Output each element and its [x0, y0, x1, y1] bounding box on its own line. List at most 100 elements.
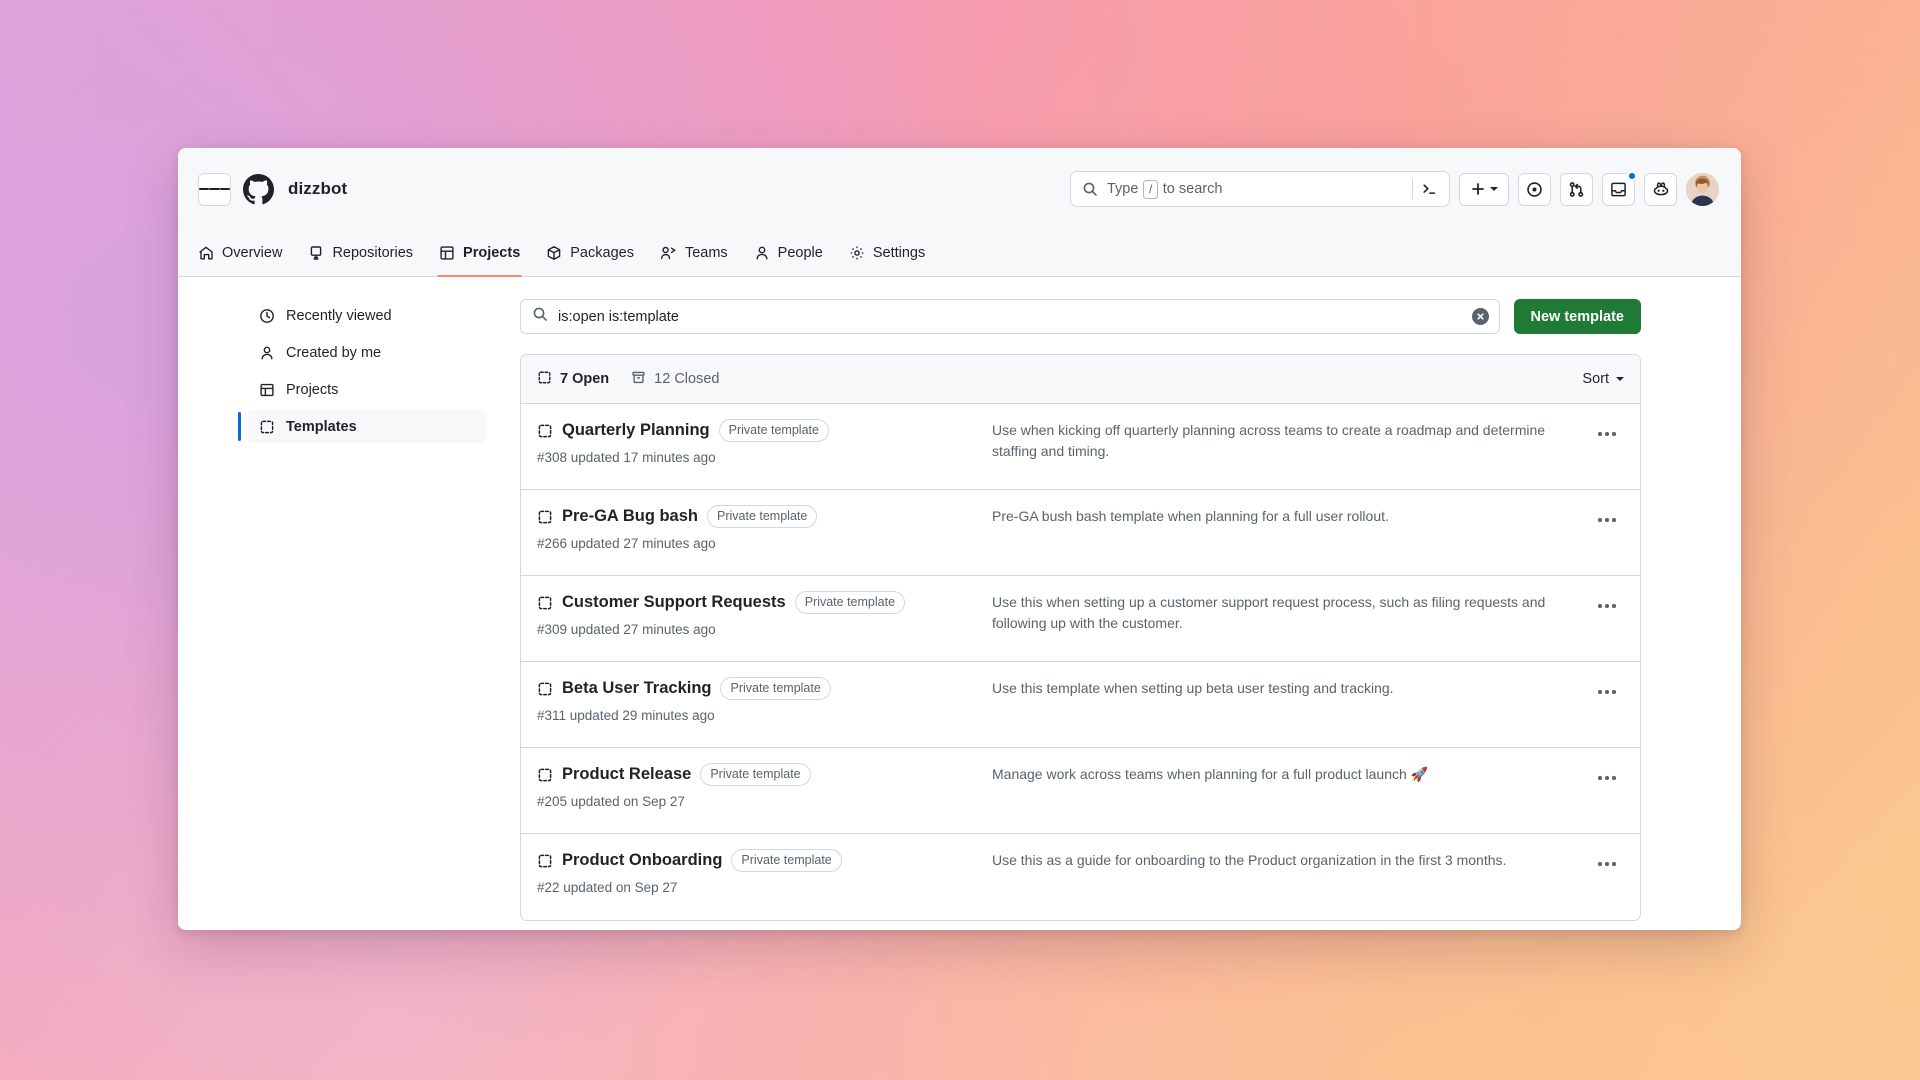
- template-search-input[interactable]: is:open is:template: [520, 299, 1500, 334]
- search-icon: [532, 306, 548, 327]
- table-row[interactable]: Customer Support Requests Private templa…: [521, 576, 1640, 662]
- issues-button[interactable]: [1518, 173, 1551, 206]
- open-count-filter[interactable]: 7 Open: [537, 370, 609, 389]
- row-title[interactable]: Customer Support Requests: [562, 593, 786, 612]
- header-actions: Type / to search: [1070, 171, 1719, 207]
- search-placeholder-suffix: to search: [1163, 181, 1223, 197]
- row-main: Quarterly Planning Private template #308…: [537, 419, 992, 465]
- tab-packages-label: Packages: [570, 245, 634, 261]
- templates-table-header: 7 Open 12 Closed Sort: [521, 355, 1640, 404]
- row-title-line: Customer Support Requests Private templa…: [537, 591, 980, 614]
- template-icon: [537, 767, 553, 783]
- tab-settings-label: Settings: [873, 245, 925, 261]
- row-meta: #205 updated on Sep 27: [537, 794, 980, 809]
- pull-requests-button[interactable]: [1560, 173, 1593, 206]
- status-badge: Private template: [700, 763, 810, 786]
- template-icon: [537, 423, 553, 439]
- template-icon: [258, 419, 275, 435]
- notifications-button[interactable]: [1602, 173, 1635, 206]
- row-main: Beta User Tracking Private template #311…: [537, 677, 992, 723]
- template-icon: [537, 595, 553, 611]
- kebab-horizontal-icon[interactable]: [1590, 851, 1624, 877]
- clear-icon[interactable]: [1472, 308, 1489, 325]
- kebab-horizontal-icon[interactable]: [1590, 421, 1624, 447]
- open-count-label: 7 Open: [560, 371, 609, 387]
- template-icon: [537, 509, 553, 525]
- template-icon: [537, 853, 553, 869]
- search-input[interactable]: Type / to search: [1070, 171, 1450, 207]
- row-title-line: Pre-GA Bug bash Private template: [537, 505, 980, 528]
- template-search-value: is:open is:template: [558, 309, 1472, 325]
- row-title[interactable]: Beta User Tracking: [562, 679, 711, 698]
- table-row[interactable]: Quarterly Planning Private template #308…: [521, 404, 1640, 490]
- table-row[interactable]: Pre-GA Bug bash Private template #266 up…: [521, 490, 1640, 576]
- sidebar-item-label: Projects: [286, 382, 338, 398]
- row-title-line: Product Onboarding Private template: [537, 849, 980, 872]
- template-icon: [537, 681, 553, 697]
- terminal-icon[interactable]: [1412, 179, 1445, 199]
- row-description: Use this template when setting up beta u…: [992, 677, 1590, 699]
- sidebar-item-created-by-me[interactable]: Created by me: [248, 336, 486, 369]
- hamburger-bar: [209, 188, 219, 190]
- search-placeholder-prefix: Type: [1107, 181, 1138, 197]
- closed-count-filter[interactable]: 12 Closed: [631, 370, 719, 389]
- table-icon: [258, 382, 275, 398]
- tab-overview[interactable]: Overview: [186, 230, 294, 276]
- copilot-button[interactable]: [1644, 173, 1677, 206]
- projects-sidebar: Recently viewed Created by me Projects T…: [178, 277, 508, 930]
- row-description: Use this as a guide for onboarding to th…: [992, 849, 1590, 871]
- tab-settings[interactable]: Settings: [837, 230, 937, 276]
- clock-icon: [258, 308, 275, 324]
- row-description: Manage work across teams when planning f…: [992, 763, 1590, 785]
- row-title[interactable]: Product Onboarding: [562, 851, 722, 870]
- tab-teams[interactable]: Teams: [648, 230, 740, 276]
- status-badge: Private template: [719, 419, 829, 442]
- row-title-line: Product Release Private template: [537, 763, 980, 786]
- kebab-horizontal-icon[interactable]: [1590, 679, 1624, 705]
- avatar[interactable]: [1686, 173, 1719, 206]
- sidebar-item-label: Templates: [286, 419, 357, 435]
- kebab-horizontal-icon[interactable]: [1590, 507, 1624, 533]
- person-icon: [258, 345, 275, 361]
- tab-projects-label: Projects: [463, 245, 520, 261]
- row-meta: #311 updated 29 minutes ago: [537, 708, 980, 723]
- chevron-down-icon: [1616, 377, 1624, 381]
- chevron-down-icon: [1490, 187, 1498, 191]
- templates-content: is:open is:template New template 7 Open: [508, 277, 1741, 930]
- search-icon: [1082, 181, 1098, 197]
- kebab-horizontal-icon[interactable]: [1590, 593, 1624, 619]
- tab-repositories[interactable]: Repositories: [296, 230, 425, 276]
- table-row[interactable]: Product Onboarding Private template #22 …: [521, 834, 1640, 920]
- row-description: Use this when setting up a customer supp…: [992, 591, 1590, 635]
- row-title[interactable]: Pre-GA Bug bash: [562, 507, 698, 526]
- row-title[interactable]: Product Release: [562, 765, 691, 784]
- row-description: Use when kicking off quarterly planning …: [992, 419, 1590, 463]
- sidebar-item-templates[interactable]: Templates: [248, 410, 486, 443]
- sidebar-item-recently-viewed[interactable]: Recently viewed: [248, 299, 486, 332]
- sort-label: Sort: [1582, 371, 1609, 387]
- github-mark-icon[interactable]: [243, 174, 274, 205]
- row-main: Pre-GA Bug bash Private template #266 up…: [537, 505, 992, 551]
- row-meta: #308 updated 17 minutes ago: [537, 450, 980, 465]
- tab-projects[interactable]: Projects: [427, 230, 532, 276]
- new-template-button[interactable]: New template: [1514, 299, 1641, 334]
- sidebar-item-projects[interactable]: Projects: [248, 373, 486, 406]
- organization-name[interactable]: dizzbot: [288, 179, 347, 199]
- table-row[interactable]: Beta User Tracking Private template #311…: [521, 662, 1640, 748]
- hamburger-icon[interactable]: [198, 173, 231, 206]
- tab-packages[interactable]: Packages: [534, 230, 646, 276]
- status-badge: Private template: [720, 677, 830, 700]
- status-badge: Private template: [731, 849, 841, 872]
- kebab-horizontal-icon[interactable]: [1590, 765, 1624, 791]
- table-row[interactable]: Product Release Private template #205 up…: [521, 748, 1640, 834]
- hamburger-bar: [220, 188, 230, 190]
- github-global-header: dizzbot Type / to search: [178, 148, 1741, 230]
- tab-people-label: People: [778, 245, 823, 261]
- create-new-button[interactable]: [1459, 173, 1509, 206]
- archive-icon: [631, 370, 646, 389]
- sort-dropdown[interactable]: Sort: [1582, 371, 1624, 387]
- tab-people[interactable]: People: [742, 230, 835, 276]
- row-title-line: Beta User Tracking Private template: [537, 677, 980, 700]
- sidebar-item-label: Created by me: [286, 345, 381, 361]
- row-title[interactable]: Quarterly Planning: [562, 421, 710, 440]
